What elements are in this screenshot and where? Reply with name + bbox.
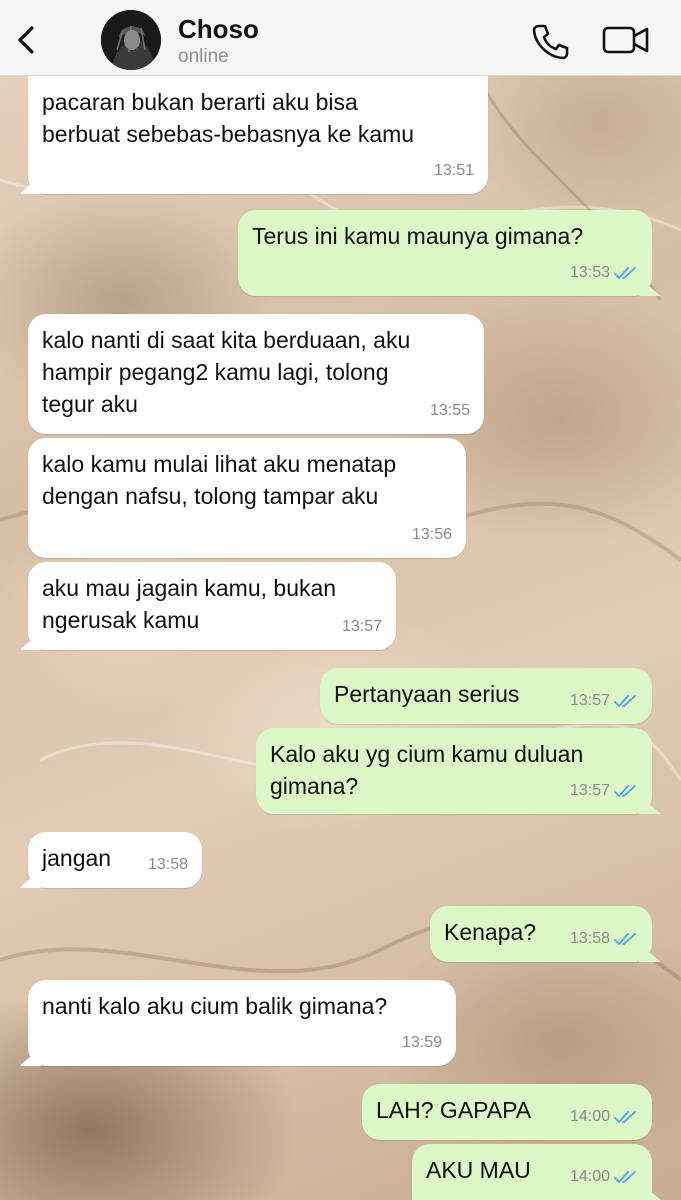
video-camera-icon bbox=[602, 26, 649, 54]
message-time: 13:57 bbox=[569, 782, 610, 799]
message-outgoing[interactable]: Pertanyaan serius 13:57 bbox=[320, 668, 652, 724]
read-receipt-icon bbox=[614, 267, 636, 279]
message-meta: 13:55 bbox=[430, 395, 470, 427]
message-time: 13:59 bbox=[401, 1034, 442, 1051]
read-receipt-icon bbox=[614, 1171, 636, 1183]
message-meta: 13:56 bbox=[412, 519, 452, 551]
avatar-image bbox=[101, 10, 161, 70]
message-time: 13:53 bbox=[569, 264, 610, 281]
message-meta: 13:58 bbox=[148, 849, 188, 881]
message-text: nanti kalo aku cium balik gimana? bbox=[42, 993, 388, 1019]
message-text: Terus ini kamu maunya gimana? bbox=[252, 223, 584, 249]
read-receipt-icon bbox=[614, 785, 636, 797]
message-incoming[interactable]: pacaran bukan berarti aku bisa berbuat s… bbox=[28, 76, 488, 194]
contact-status: online bbox=[178, 46, 229, 67]
video-call-button[interactable] bbox=[602, 24, 650, 56]
chat-header: Choso online bbox=[0, 0, 681, 76]
message-text: kalo kamu mulai lihat aku menatap dengan… bbox=[42, 451, 397, 509]
message-incoming[interactable]: nanti kalo aku cium balik gimana? 13:59 bbox=[28, 980, 456, 1066]
message-outgoing[interactable]: Kenapa? 13:58 bbox=[430, 906, 652, 962]
message-outgoing[interactable]: Terus ini kamu maunya gimana? 13:53 bbox=[238, 210, 652, 296]
phone-icon bbox=[532, 24, 569, 60]
message-time: 14:00 bbox=[569, 1108, 610, 1125]
message-meta: 14:00 bbox=[570, 1161, 638, 1193]
message-meta: 13:58 bbox=[570, 923, 638, 955]
message-time: 13:57 bbox=[569, 692, 610, 709]
message-meta: 13:57 bbox=[570, 685, 638, 717]
message-incoming[interactable]: kalo kamu mulai lihat aku menatap dengan… bbox=[28, 438, 466, 558]
message-text: kalo nanti di saat kita berduaan, aku ha… bbox=[42, 327, 411, 417]
message-time: 13:58 bbox=[147, 856, 188, 873]
message-outgoing[interactable]: Kalo aku yg cium kamu duluan gimana? 13:… bbox=[256, 728, 652, 814]
message-time: 14:00 bbox=[569, 1168, 610, 1185]
message-meta: 13:57 bbox=[342, 611, 382, 643]
read-receipt-icon bbox=[614, 933, 636, 945]
message-meta: 13:53 bbox=[570, 257, 638, 289]
message-time: 13:57 bbox=[341, 618, 382, 635]
message-meta: 13:59 bbox=[402, 1027, 442, 1059]
message-incoming[interactable]: jangan 13:58 bbox=[28, 832, 202, 888]
message-incoming[interactable]: kalo nanti di saat kita berduaan, aku ha… bbox=[28, 314, 484, 434]
message-meta: 13:57 bbox=[570, 775, 638, 807]
back-button[interactable] bbox=[12, 22, 42, 58]
message-text: pacaran bukan berarti aku bisa berbuat s… bbox=[42, 89, 415, 147]
read-receipt-icon bbox=[614, 1111, 636, 1123]
message-incoming[interactable]: aku mau jagain kamu, bukan ngerusak kamu… bbox=[28, 562, 396, 650]
message-time: 13:56 bbox=[411, 526, 452, 543]
read-receipt-icon bbox=[614, 695, 636, 707]
message-meta: 13:51 bbox=[434, 155, 474, 187]
contact-name[interactable]: Choso bbox=[178, 14, 259, 45]
message-time: 13:55 bbox=[429, 402, 470, 419]
message-outgoing[interactable]: LAH? GAPAPA 14:00 bbox=[362, 1084, 652, 1140]
voice-call-button[interactable] bbox=[530, 22, 570, 60]
message-meta: 14:00 bbox=[570, 1101, 638, 1133]
message-text: aku mau jagain kamu, bukan ngerusak kamu bbox=[42, 575, 337, 633]
message-list: pacaran bukan berarti aku bisa berbuat s… bbox=[0, 0, 681, 1200]
chevron-left-icon bbox=[18, 26, 34, 54]
avatar[interactable] bbox=[101, 10, 161, 70]
message-outgoing[interactable]: AKU MAU 14:00 bbox=[412, 1144, 652, 1200]
message-time: 13:51 bbox=[433, 162, 474, 179]
message-time: 13:58 bbox=[569, 930, 610, 947]
